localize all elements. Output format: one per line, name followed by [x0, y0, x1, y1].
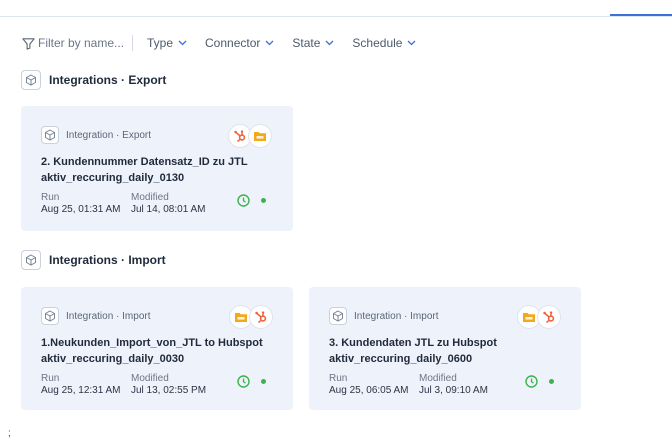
card-type: Integration · Export — [41, 126, 151, 144]
state-dropdown-label: State — [292, 36, 321, 50]
integration-card[interactable]: Integration · Import 1.Neukunden_Import_… — [21, 287, 293, 410]
card-type: Integration · Import — [41, 307, 150, 325]
stray-text: ; — [8, 428, 11, 439]
hubspot-icon — [537, 305, 561, 329]
card-type-label: Integration · Import — [66, 310, 151, 322]
card-title-line2: aktiv_reccuring_daily_0030 — [41, 353, 185, 365]
schedule-clock-icon — [237, 375, 250, 388]
card-title-line1: 3. Kundendaten JTL zu Hubspot — [329, 337, 497, 349]
integration-card[interactable]: Integration · Export 2. Kundennummer Dat… — [21, 106, 293, 231]
chevron-down-icon — [408, 40, 416, 46]
modified-info: Modified Jul 3, 09:10 AM — [419, 373, 488, 397]
ftp-folder-icon — [248, 124, 272, 148]
integration-box-icon — [329, 307, 347, 325]
section-title: Integrations · Import — [49, 253, 166, 267]
type-dropdown-label: Type — [147, 36, 174, 50]
modified-value: Jul 13, 02:55 PM — [131, 385, 207, 396]
card-type-label: Integration · Export — [66, 129, 152, 141]
modified-info: Modified Jul 14, 08:01 AM — [131, 192, 206, 216]
status-dot — [261, 198, 266, 203]
chevron-down-icon — [325, 40, 334, 46]
section-title: Integrations · Export — [49, 73, 167, 87]
top-divider — [0, 16, 672, 17]
card-title-line1: 1.Neukunden_Import_von_JTL to Hubspot — [41, 337, 263, 349]
schedule-dropdown[interactable]: Schedule — [352, 36, 416, 50]
run-label: Run — [329, 373, 348, 384]
card-title-line2: aktiv_reccuring_daily_0130 — [41, 172, 185, 184]
state-dropdown[interactable]: State — [292, 36, 334, 50]
modified-value: Jul 3, 09:10 AM — [419, 385, 488, 396]
run-label: Run — [41, 373, 60, 384]
filter-search — [22, 36, 130, 50]
integration-box-icon — [21, 250, 41, 270]
modified-label: Modified — [131, 192, 169, 203]
run-info: Run Aug 25, 06:05 AM — [329, 373, 409, 397]
chevron-down-icon — [265, 40, 274, 46]
integration-box-icon — [21, 70, 41, 90]
filter-divider — [132, 35, 133, 51]
card-title: 3. Kundendaten JTL zu Hubspot aktiv_recc… — [329, 335, 497, 367]
status-dot — [261, 379, 266, 384]
type-dropdown[interactable]: Type — [147, 36, 187, 50]
filter-name-input[interactable] — [38, 36, 128, 50]
integration-box-icon — [41, 307, 59, 325]
connector-dropdown[interactable]: Connector — [205, 36, 274, 50]
run-label: Run — [41, 192, 60, 203]
modified-info: Modified Jul 13, 02:55 PM — [131, 373, 206, 397]
integration-card[interactable]: Integration · Import 3. Kundendaten JTL … — [309, 287, 581, 410]
card-type: Integration · Import — [329, 307, 438, 325]
run-info: Run Aug 25, 01:31 AM — [41, 192, 121, 216]
card-title: 1.Neukunden_Import_von_JTL to Hubspot ak… — [41, 335, 263, 367]
run-value: Aug 25, 01:31 AM — [41, 204, 121, 215]
active-tab-indicator — [610, 14, 672, 16]
hubspot-icon — [249, 305, 273, 329]
connector-dropdown-label: Connector — [205, 36, 261, 50]
card-title-line2: aktiv_reccuring_daily_0600 — [329, 353, 473, 365]
modified-label: Modified — [419, 373, 457, 384]
filter-icon — [22, 37, 35, 50]
schedule-dropdown-label: Schedule — [352, 36, 403, 50]
filter-bar: Type Connector State Schedule — [22, 34, 434, 52]
card-type-label: Integration · Import — [354, 310, 439, 322]
section-header-import: Integrations · Import — [21, 250, 166, 270]
integration-box-icon — [41, 126, 59, 144]
run-value: Aug 25, 06:05 AM — [329, 385, 409, 396]
card-title-line1: 2. Kundennummer Datensatz_ID zu JTL — [41, 156, 248, 168]
schedule-clock-icon — [237, 194, 250, 207]
card-title: 2. Kundennummer Datensatz_ID zu JTL akti… — [41, 154, 248, 186]
status-dot — [549, 379, 554, 384]
run-info: Run Aug 25, 12:31 AM — [41, 373, 121, 397]
schedule-clock-icon — [525, 375, 538, 388]
section-header-export: Integrations · Export — [21, 70, 166, 90]
modified-label: Modified — [131, 373, 169, 384]
run-value: Aug 25, 12:31 AM — [41, 385, 121, 396]
chevron-down-icon — [178, 40, 187, 46]
modified-value: Jul 14, 08:01 AM — [131, 204, 206, 215]
